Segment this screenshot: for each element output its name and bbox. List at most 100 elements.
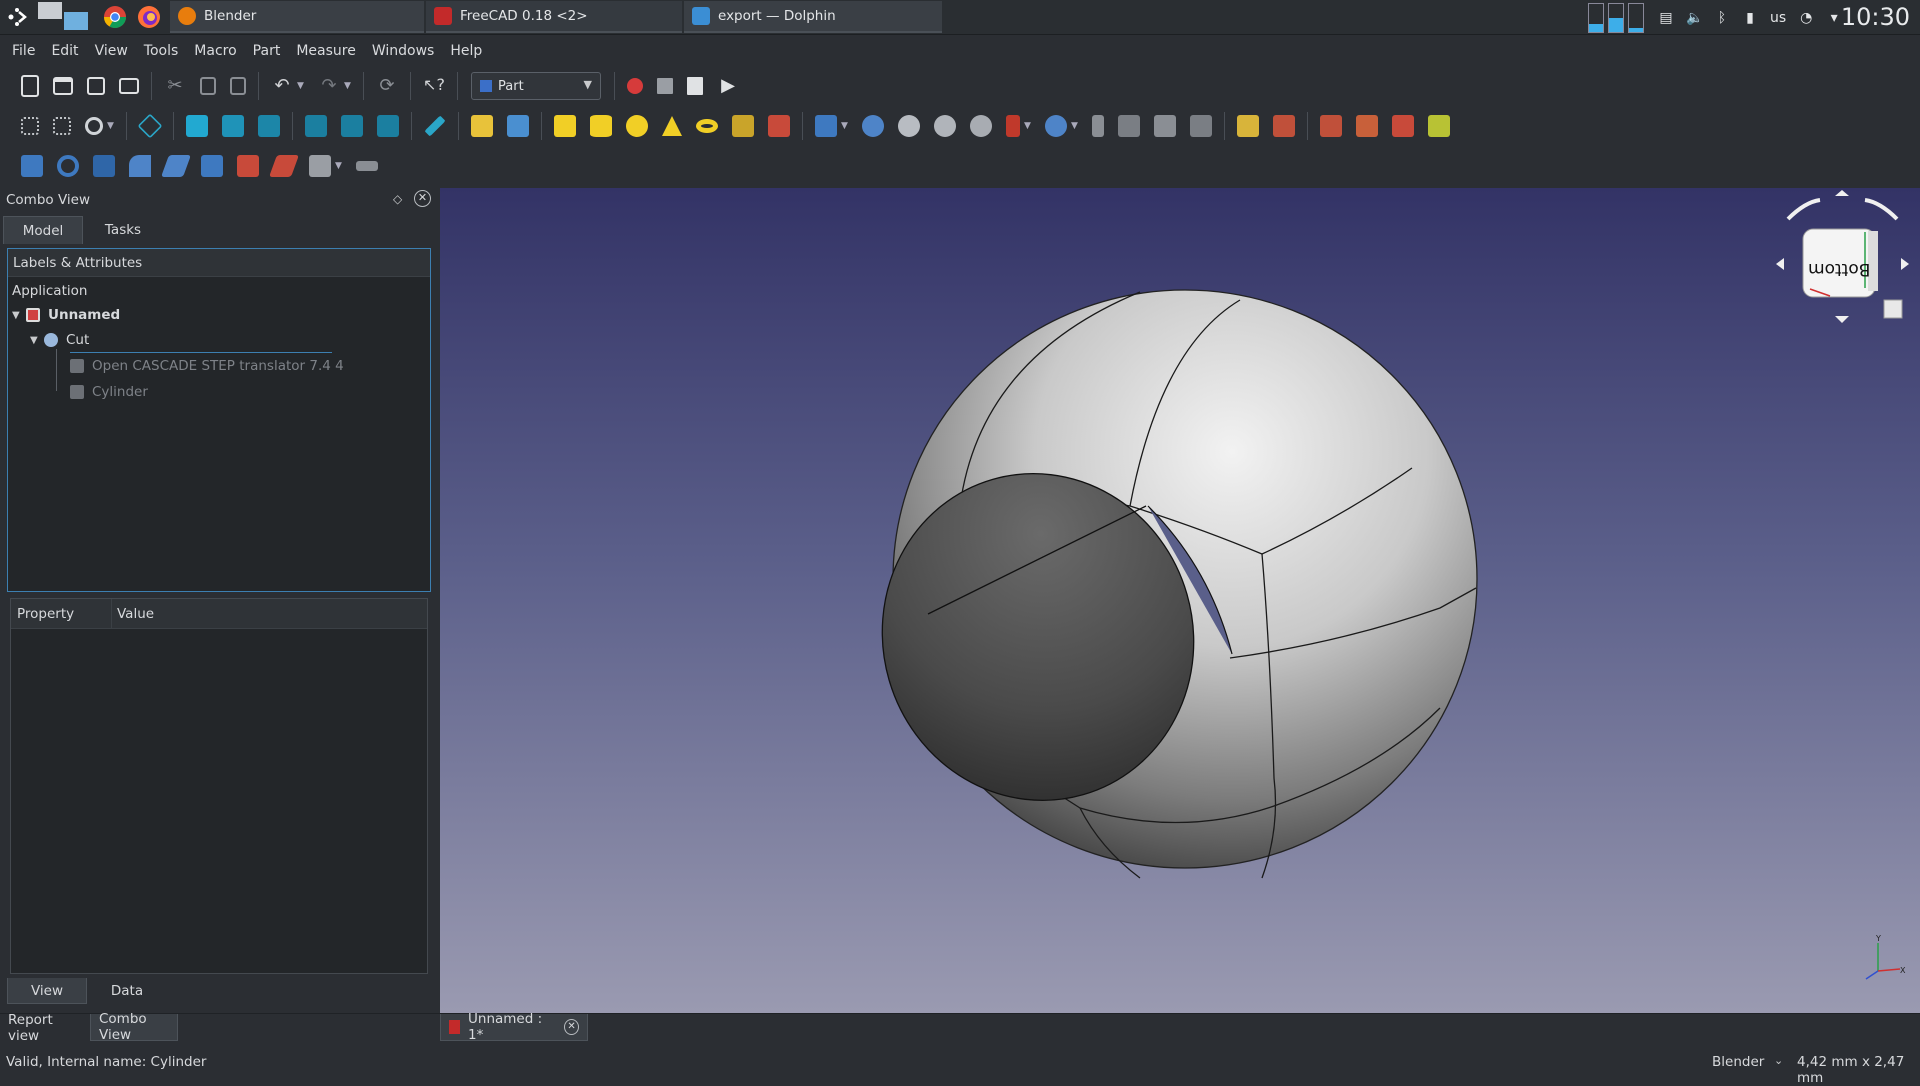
menu-measure[interactable]: Measure: [288, 43, 364, 59]
print-icon[interactable]: [119, 78, 139, 94]
primitives-icon[interactable]: [732, 115, 754, 137]
measure-toggle-3d-icon[interactable]: [1428, 115, 1450, 137]
torus-icon[interactable]: [696, 119, 718, 133]
measure-linear-icon[interactable]: [1237, 115, 1259, 137]
draw-style-icon[interactable]: [85, 117, 103, 135]
menu-tools[interactable]: Tools: [136, 43, 187, 59]
value-column-header[interactable]: Value: [117, 606, 154, 622]
undo-dropdown-icon[interactable]: ▼: [297, 81, 307, 91]
firefox-icon[interactable]: [136, 4, 162, 30]
menu-help[interactable]: Help: [442, 43, 490, 59]
save-icon[interactable]: [87, 77, 105, 95]
activity-monitor-icon[interactable]: [1588, 2, 1644, 33]
macros-dialog-icon[interactable]: [687, 77, 703, 95]
fillet-icon[interactable]: [129, 155, 151, 177]
cross-sections-icon[interactable]: [1190, 115, 1212, 137]
tree-item-cut[interactable]: ▼ Cut: [30, 329, 89, 351]
open-folder-icon[interactable]: [53, 77, 73, 95]
top-view-icon[interactable]: [222, 115, 244, 137]
macro-execute-icon[interactable]: ▶: [717, 75, 739, 97]
tray-expand-icon[interactable]: ▾: [1826, 10, 1842, 26]
paste-icon[interactable]: [230, 77, 246, 95]
usb-device-icon[interactable]: ▮: [1742, 10, 1758, 26]
left-view-icon[interactable]: [377, 115, 399, 137]
measure-refresh-icon[interactable]: [1320, 115, 1342, 137]
tab-model[interactable]: Model: [3, 216, 83, 244]
menu-edit[interactable]: Edit: [43, 43, 86, 59]
tree-item-step-translator[interactable]: Open CASCADE STEP translator 7.4 4: [70, 355, 344, 377]
sweep-icon[interactable]: [309, 155, 331, 177]
rear-view-icon[interactable]: [305, 115, 327, 137]
clipboard-icon[interactable]: ▤: [1658, 10, 1674, 26]
navcube-face-label[interactable]: Bottom: [1808, 259, 1870, 279]
measure-angular-icon[interactable]: [1273, 115, 1295, 137]
workbench-selector[interactable]: Part ▼: [471, 72, 601, 100]
create-part-icon[interactable]: [471, 115, 493, 137]
undo-icon[interactable]: ↶: [271, 75, 293, 97]
split-icon[interactable]: [1045, 115, 1067, 137]
cylinder-icon[interactable]: [590, 115, 612, 137]
tree-item-document[interactable]: ▼ Unnamed: [12, 304, 120, 326]
tab-report-view[interactable]: Report view: [0, 1012, 90, 1044]
property-column-header[interactable]: Property: [17, 606, 74, 622]
copy-icon[interactable]: [200, 77, 216, 95]
bottom-view-icon[interactable]: [341, 115, 363, 137]
macro-stop-icon[interactable]: [657, 78, 673, 94]
fit-selection-icon[interactable]: [53, 117, 71, 135]
navigation-style[interactable]: Blender: [1712, 1054, 1764, 1070]
redo-dropdown-icon[interactable]: ▼: [344, 81, 354, 91]
box-icon[interactable]: [554, 115, 576, 137]
chevron-down-icon[interactable]: ⌄: [1774, 1054, 1783, 1067]
join-dropdown-icon[interactable]: ▼: [1024, 121, 1034, 131]
chrome-icon[interactable]: [102, 4, 128, 30]
close-panel-icon[interactable]: ✕: [414, 190, 431, 207]
check-geometry-icon[interactable]: [1092, 115, 1104, 137]
navigation-cube[interactable]: Bottom: [1770, 188, 1915, 334]
mirror-icon[interactable]: [93, 155, 115, 177]
new-document-icon[interactable]: [21, 75, 39, 97]
macro-record-icon[interactable]: [627, 78, 643, 94]
loft-icon[interactable]: [268, 155, 300, 177]
menu-view[interactable]: View: [87, 43, 136, 59]
tree-root[interactable]: Application: [12, 280, 87, 302]
cut-icon[interactable]: ✂: [164, 75, 186, 97]
make-face-icon[interactable]: [201, 155, 223, 177]
bluetooth-icon[interactable]: ᛒ: [1714, 10, 1730, 26]
measure-clear-icon[interactable]: [1356, 115, 1378, 137]
defeaturing-icon[interactable]: [1118, 115, 1140, 137]
desktop-pager[interactable]: [38, 2, 90, 32]
close-tab-icon[interactable]: ✕: [564, 1019, 579, 1035]
task-freecad[interactable]: FreeCAD 0.18 <2>: [426, 1, 682, 33]
volume-icon[interactable]: 🔈: [1686, 10, 1703, 26]
wifi-icon[interactable]: ◔: [1798, 10, 1814, 26]
isometric-view-icon[interactable]: [137, 113, 163, 139]
tab-document[interactable]: Unnamed : 1* ✕: [440, 1011, 588, 1043]
redo-icon[interactable]: ↷: [318, 75, 340, 97]
split-dropdown-icon[interactable]: ▼: [1071, 121, 1081, 131]
join-features-icon[interactable]: [1006, 115, 1020, 137]
menu-macro[interactable]: Macro: [186, 43, 244, 59]
boolean-union-icon[interactable]: [934, 115, 956, 137]
task-dolphin[interactable]: export — Dolphin: [684, 1, 942, 33]
extrude-icon[interactable]: [21, 155, 43, 177]
create-group-icon[interactable]: [507, 115, 529, 137]
refresh-icon[interactable]: ⟳: [376, 75, 398, 97]
clock[interactable]: 10:30: [1841, 3, 1910, 31]
chevron-down-icon[interactable]: ▼: [12, 310, 26, 321]
right-view-icon[interactable]: [258, 115, 280, 137]
tab-tasks[interactable]: Tasks: [83, 216, 163, 244]
thickness-icon[interactable]: [356, 161, 378, 171]
menu-part[interactable]: Part: [245, 43, 289, 59]
sphere-cut-model[interactable]: [440, 188, 1920, 1013]
ruled-surface-icon[interactable]: [237, 155, 259, 177]
tab-combo-view[interactable]: Combo View: [90, 1011, 178, 1043]
boolean-intersection-icon[interactable]: [970, 115, 992, 137]
chevron-down-icon[interactable]: ▼: [30, 335, 44, 346]
shape-builder-icon[interactable]: [768, 115, 790, 137]
measure-distance-icon[interactable]: [424, 115, 446, 137]
task-blender[interactable]: Blender: [170, 1, 424, 33]
compound-icon[interactable]: [815, 115, 837, 137]
chamfer-icon[interactable]: [160, 155, 192, 177]
fit-all-icon[interactable]: [21, 117, 39, 135]
front-view-icon[interactable]: [186, 115, 208, 137]
